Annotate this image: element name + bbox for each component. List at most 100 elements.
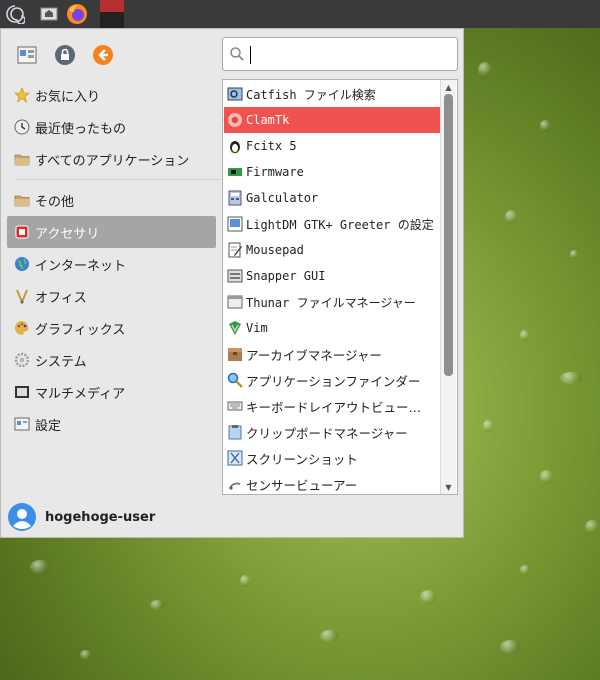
category-label: システム: [35, 354, 87, 370]
chip-icon: [228, 168, 242, 176]
logout-button[interactable]: [91, 43, 115, 67]
app-item[interactable]: Galculator: [224, 185, 440, 211]
app-label: アーカイブマネージャー: [246, 347, 382, 363]
app-label: Snapper GUI: [246, 269, 326, 283]
penguin-icon: [230, 141, 240, 154]
app-item[interactable]: Snapper GUI: [224, 263, 440, 289]
scroll-down-arrow-icon[interactable]: ▼: [441, 480, 456, 494]
app-item[interactable]: Firmware: [224, 159, 440, 185]
app-item[interactable]: Fcitx 5: [224, 133, 440, 159]
category-item[interactable]: 最近使ったもの: [7, 111, 216, 143]
app-label: キーボードレイアウトビュー…: [246, 399, 422, 415]
category-label: 設定: [35, 418, 62, 434]
app-item[interactable]: Catfish ファイル検索: [224, 81, 440, 107]
user-info: hogehoge-user: [7, 501, 155, 533]
category-item[interactable]: オフィス: [7, 280, 216, 312]
category-item[interactable]: アクセサリ: [7, 216, 216, 248]
search-icon: [230, 47, 244, 61]
settings-manager-icon: [17, 46, 37, 64]
app-label: スクリーンショット: [246, 451, 358, 467]
category-item[interactable]: マルチメディア: [7, 376, 216, 408]
catfish-icon: [227, 87, 243, 101]
settings-manager-button[interactable]: [15, 43, 39, 67]
category-item[interactable]: システム: [7, 344, 216, 376]
category-item[interactable]: お気に入り: [7, 79, 216, 111]
history-icon: [14, 119, 30, 135]
scrollbar[interactable]: ▲ ▼: [440, 80, 456, 494]
palette-icon: [15, 321, 29, 335]
category-label: アクセサリ: [35, 226, 100, 242]
gear-icon: [14, 352, 30, 368]
firefox-launcher[interactable]: [64, 2, 90, 26]
category-label: その他: [35, 194, 75, 210]
app-label: クリップボードマネージャー: [246, 425, 408, 441]
active-window[interactable]: [100, 0, 124, 28]
app-item[interactable]: センサービューアー: [224, 471, 440, 494]
whisker-menu-button[interactable]: [2, 2, 28, 26]
calculator-icon: [228, 190, 242, 206]
magnifier-icon: [227, 372, 243, 388]
app-label: LightDM GTK+ Greeter の設定: [246, 217, 434, 232]
app-item[interactable]: キーボードレイアウトビュー…: [224, 393, 440, 419]
category-label: すべてのアプリケーション: [35, 153, 190, 169]
app-item[interactable]: Mousepad: [224, 237, 440, 263]
multimedia-icon: [15, 386, 29, 398]
office-icon: [16, 289, 28, 304]
clipboard-icon: [228, 425, 242, 440]
search-input[interactable]: [249, 44, 449, 64]
app-item[interactable]: スクリーンショット: [224, 445, 440, 471]
application-menu: お気に入り最近使ったものすべてのアプリケーション その他アクセサリインターネットオ…: [0, 28, 464, 538]
app-item[interactable]: Vim: [224, 315, 440, 341]
whisker-menu-icon: [6, 5, 25, 24]
app-item[interactable]: LightDM GTK+ Greeter の設定: [224, 211, 440, 237]
lightdm-icon: [227, 216, 243, 232]
screenshot-icon: [227, 450, 243, 466]
category-separator: [15, 179, 220, 180]
category-item[interactable]: すべてのアプリケーション: [7, 143, 216, 175]
globe-icon: [15, 257, 29, 271]
lock-screen-button[interactable]: [53, 43, 77, 67]
snapper-icon: [227, 269, 243, 283]
user-name: hogehoge-user: [45, 509, 156, 525]
app-item[interactable]: アーカイブマネージャー: [224, 341, 440, 367]
app-label: Firmware: [246, 165, 304, 179]
vim-icon: [229, 321, 241, 335]
accessories-icon: [15, 225, 29, 239]
app-item[interactable]: アプリケーションファインダー: [224, 367, 440, 393]
sensor-icon: [229, 482, 241, 490]
category-item[interactable]: インターネット: [7, 248, 216, 280]
top-panel: [0, 0, 600, 28]
clamtk-icon: [228, 113, 242, 127]
folder-icon: [14, 154, 30, 166]
category-item[interactable]: その他: [7, 184, 216, 216]
archive-icon: [228, 348, 242, 361]
category-label: お気に入り: [35, 89, 101, 105]
category-item[interactable]: グラフィックス: [7, 312, 216, 344]
logout-icon: [93, 45, 113, 65]
category-label: オフィス: [35, 290, 87, 306]
scrollbar-thumb[interactable]: [444, 94, 453, 376]
file-manager-icon: [227, 295, 243, 309]
app-label: Thunar ファイルマネージャー: [246, 295, 416, 310]
category-label: インターネット: [35, 258, 127, 274]
app-item[interactable]: クリップボードマネージャー: [224, 419, 440, 445]
app-item[interactable]: ClamTk: [224, 107, 440, 133]
category-item[interactable]: 設定: [7, 408, 216, 440]
firefox-icon: [67, 4, 87, 24]
desktop-icon: [40, 7, 58, 21]
lock-icon: [55, 45, 75, 65]
app-label: アプリケーションファインダー: [246, 373, 421, 389]
folder-icon: [14, 195, 30, 207]
scroll-up-arrow-icon[interactable]: ▲: [441, 80, 456, 94]
category-label: マルチメディア: [35, 386, 126, 402]
app-label: Galculator: [246, 191, 319, 205]
search-box: [222, 37, 458, 71]
app-label: Vim: [246, 321, 268, 335]
keyboard-icon: [227, 401, 243, 411]
app-label: Mousepad: [246, 243, 304, 257]
app-item[interactable]: Thunar ファイルマネージャー: [224, 289, 440, 315]
category-label: 最近使ったもの: [35, 121, 127, 137]
application-list: ▲ ▼ Catfish ファイル検索 ClamTk Fcitx 5 Firmware G…: [222, 79, 458, 495]
show-desktop-button[interactable]: [36, 2, 62, 26]
user-avatar-icon: [8, 503, 36, 531]
